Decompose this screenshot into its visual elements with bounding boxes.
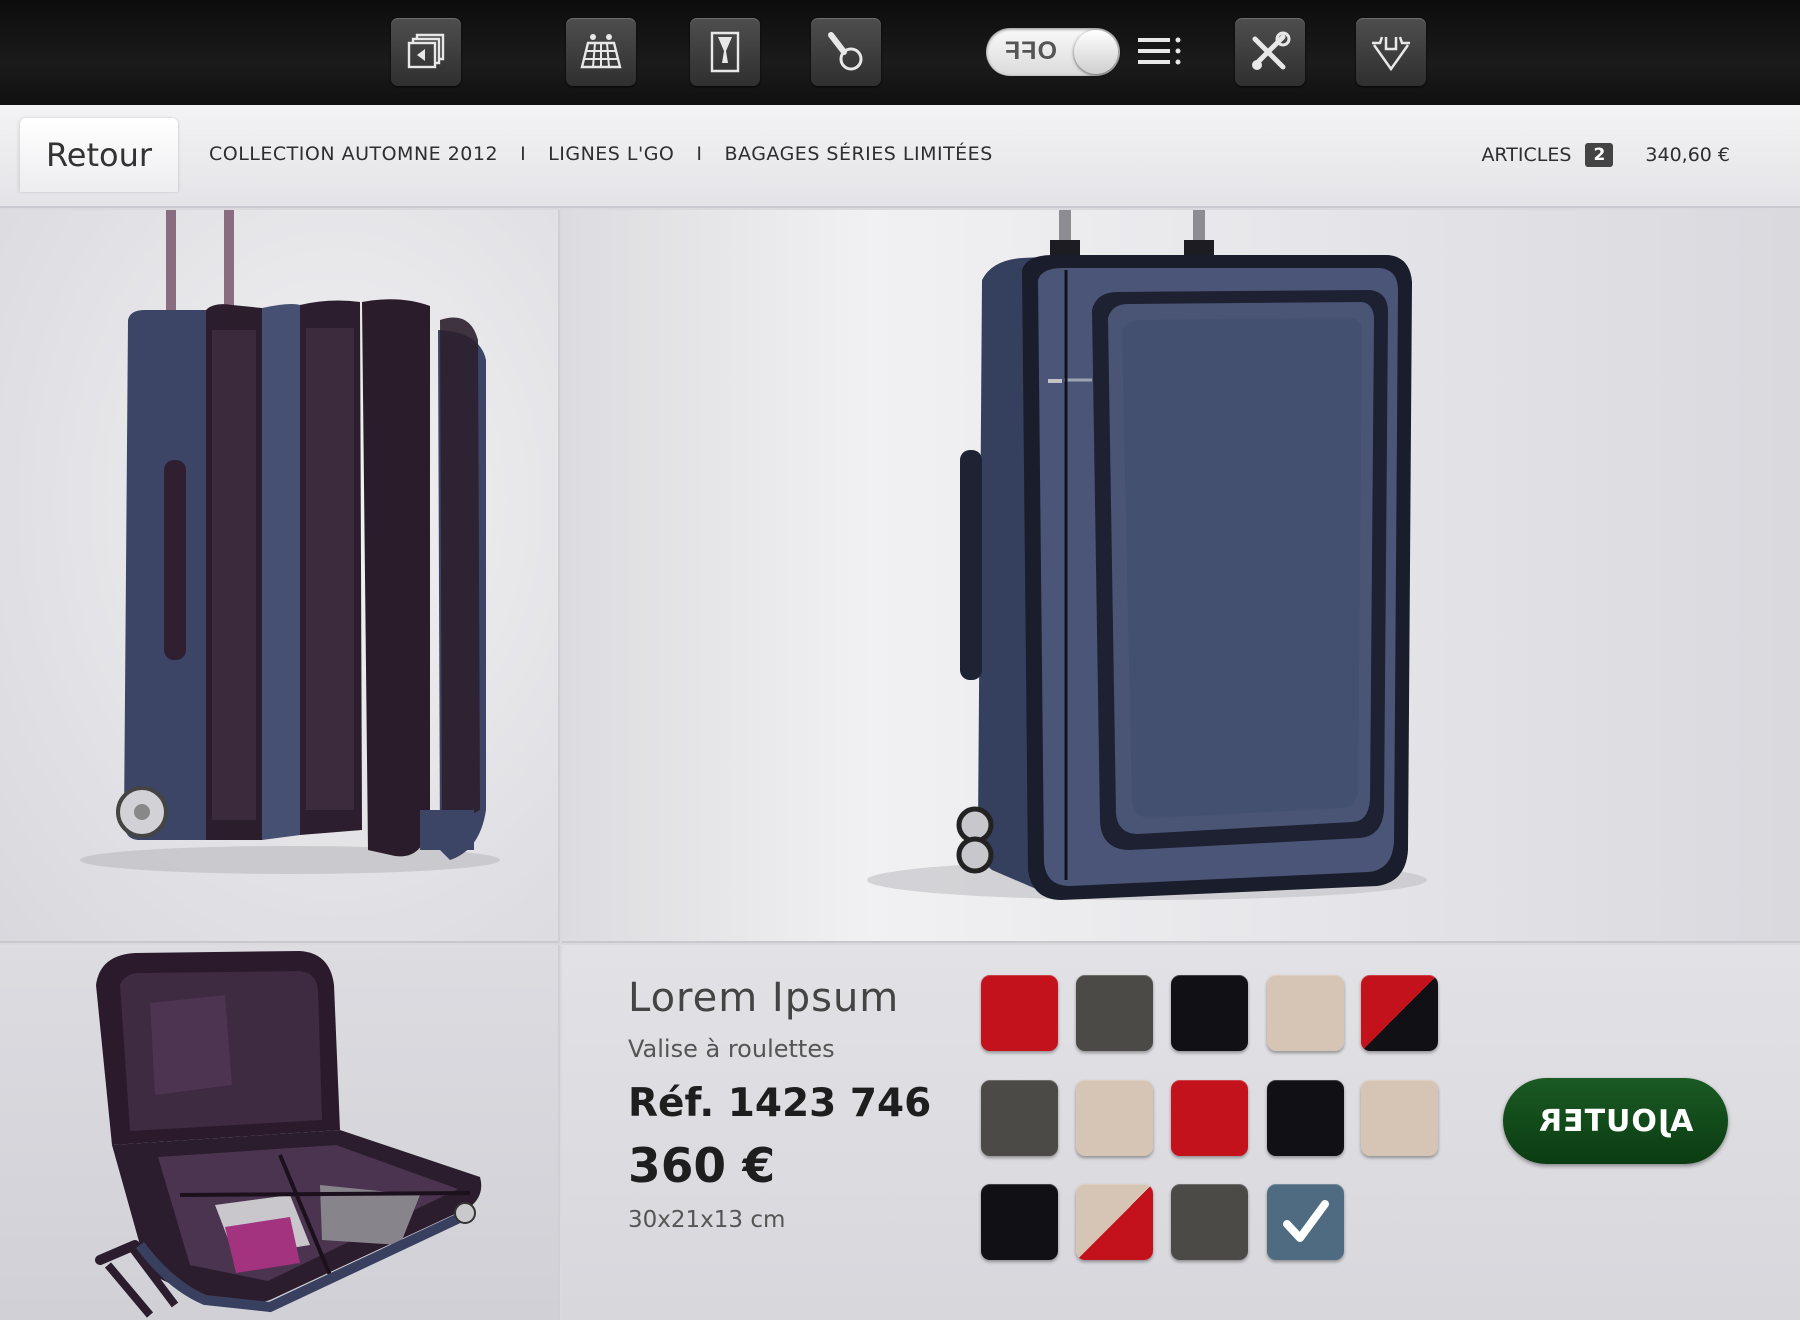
basket-icon xyxy=(1372,36,1410,72)
suitcase-side-photo xyxy=(80,210,500,874)
breadcrumb-collection[interactable]: COLLECTION AUTOMNE 2012 xyxy=(209,143,498,165)
cart-total: 340,60 € xyxy=(1645,144,1730,166)
color-swatch[interactable] xyxy=(1171,1080,1248,1156)
product-thumbnail-side[interactable] xyxy=(0,210,560,943)
toggle-knob[interactable] xyxy=(1074,30,1118,74)
off-toggle[interactable]: OFF xyxy=(986,28,1120,76)
color-swatch-two-tone[interactable] xyxy=(1076,1184,1153,1260)
breadcrumb-separator: I xyxy=(520,143,527,165)
back-button[interactable]: Retour xyxy=(20,118,178,192)
cart-summary[interactable]: ARTICLES 2 340,60 € xyxy=(1481,143,1730,167)
color-swatch[interactable] xyxy=(981,1184,1058,1260)
search-icon xyxy=(828,32,863,71)
tools-button[interactable] xyxy=(1235,18,1305,86)
product-thumbnail-open[interactable] xyxy=(0,945,560,1320)
breadcrumb-line[interactable]: LIGNES L'GO xyxy=(548,143,674,165)
product-info-panel: Lorem Ipsum Valise à roulettes Réf. 1423… xyxy=(562,945,1800,1320)
color-swatch[interactable] xyxy=(1267,1080,1344,1156)
color-swatch[interactable] xyxy=(1267,975,1344,1051)
product-dimensions: 30x21x13 cm xyxy=(628,1207,786,1233)
breadcrumb-separator: I xyxy=(696,143,703,165)
product-type: Valise à roulettes xyxy=(628,1035,835,1063)
gallery-icon xyxy=(407,33,445,69)
tools-icon xyxy=(1252,31,1291,70)
checkmark-icon xyxy=(1283,1200,1329,1242)
breadcrumb-category[interactable]: BAGAGES SÉRIES LIMITÉES xyxy=(725,143,993,165)
gallery-button[interactable] xyxy=(391,18,461,86)
product-price: 360 € xyxy=(628,1139,776,1194)
color-swatch-selected[interactable] xyxy=(1267,1184,1344,1260)
product-reference: Réf. 1423 746 xyxy=(628,1081,932,1126)
add-to-cart-button[interactable]: AJOUTER xyxy=(1503,1078,1728,1164)
cart-label: ARTICLES xyxy=(1481,144,1572,166)
suitcase-open-photo xyxy=(95,951,482,1318)
toggle-label: OFF xyxy=(1004,37,1057,65)
search-button[interactable] xyxy=(811,18,881,86)
list-icon[interactable] xyxy=(1136,34,1184,70)
cart-count-badge: 2 xyxy=(1585,143,1614,167)
document-icon xyxy=(710,31,740,73)
breadcrumb: COLLECTION AUTOMNE 2012 I LIGNES L'GO I … xyxy=(209,143,993,165)
top-toolbar: OFF xyxy=(0,0,1800,105)
color-swatch-two-tone[interactable] xyxy=(1361,975,1438,1051)
document-button[interactable] xyxy=(690,18,760,86)
suitcase-front-photo xyxy=(867,210,1427,900)
product-main-image[interactable] xyxy=(562,210,1800,943)
color-swatch[interactable] xyxy=(1361,1080,1438,1156)
calendar-grid-button[interactable] xyxy=(566,18,636,86)
color-swatch[interactable] xyxy=(1171,975,1248,1051)
grid-calendar-icon xyxy=(580,34,622,69)
product-name: Lorem Ipsum xyxy=(628,975,900,1021)
add-button-label: AJOUTER xyxy=(1537,1103,1694,1139)
color-swatch[interactable] xyxy=(1076,975,1153,1051)
color-swatch[interactable] xyxy=(1076,1080,1153,1156)
breadcrumb-bar: Retour COLLECTION AUTOMNE 2012 I LIGNES … xyxy=(0,105,1800,208)
basket-button[interactable] xyxy=(1356,18,1426,86)
color-swatch[interactable] xyxy=(981,975,1058,1051)
color-swatch[interactable] xyxy=(1171,1184,1248,1260)
color-swatch[interactable] xyxy=(981,1080,1058,1156)
